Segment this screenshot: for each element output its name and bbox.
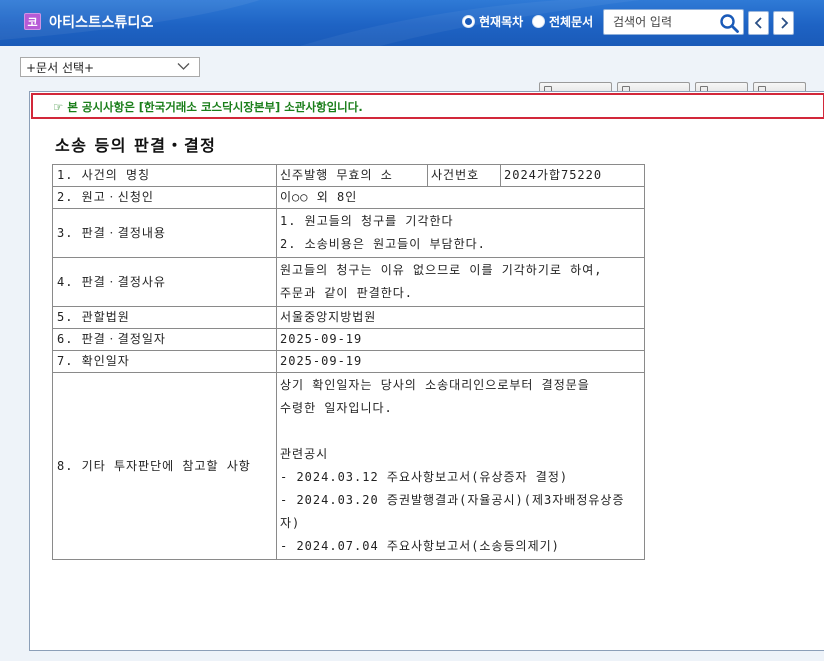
related-item: - 2024.07.04 주요사항보고서(소송등의제기)	[280, 539, 560, 553]
case-name-label: 1. 사건의 명칭	[52, 164, 277, 187]
table-row: 5. 관할법원 서울중앙지방법원	[52, 306, 645, 329]
other-intro-line: 상기 확인일자는 당사의 소송대리인으로부터 결정문을	[280, 378, 590, 392]
other-info-label: 8. 기타 투자판단에 참고할 사항	[52, 372, 277, 560]
scope-current-label: 현재목차	[479, 15, 524, 29]
ruling-line: 1. 원고들의 청구를 기각한다	[280, 214, 454, 228]
app-title: 아티스트스튜디오	[49, 15, 154, 31]
scope-all-label: 전체문서	[549, 15, 594, 29]
chevron-down-icon	[177, 63, 190, 70]
ruling-date-value: 2025-09-19	[276, 328, 645, 351]
related-item: - 2024.03.12 주요사항보고서(유상증자 결정)	[280, 470, 569, 484]
case-name-value: 신주발행 무효의 소	[276, 164, 428, 187]
scope-all-radio[interactable]: 전체문서	[532, 13, 593, 30]
reason-label: 4. 판결ㆍ결정사유	[52, 257, 277, 307]
document-select-value: +문서 선택+	[26, 61, 95, 75]
reason-value: 원고들의 청구는 이유 없으므로 이를 기각하기로 하여, 주문과 같이 판결한…	[276, 257, 645, 307]
document-title: 소송 등의 판결・결정	[55, 136, 217, 155]
other-info-value: 상기 확인일자는 당사의 소송대리인으로부터 결정문을 수령한 일자입니다. 관…	[276, 372, 645, 560]
other-intro-line: 수령한 일자입니다.	[280, 401, 393, 415]
table-row: 4. 판결ㆍ결정사유 원고들의 청구는 이유 없으므로 이를 기각하기로 하여,…	[52, 257, 645, 307]
ruling-line: 2. 소송비용은 원고들이 부담한다.	[280, 237, 486, 251]
court-value: 서울중앙지방법원	[276, 306, 645, 329]
radio-selected-icon[interactable]	[462, 15, 475, 28]
related-item: - 2024.03.20 증권발행결과(자율공시)(제3자배정유상증자)	[280, 493, 625, 530]
document-viewer[interactable]: ☞ 본 공시사항은 [한국거래소 코스닥시장본부] 소관사항입니다. 소송 등의…	[29, 91, 824, 651]
document-select[interactable]: +문서 선택+	[20, 57, 200, 77]
table-row: 8. 기타 투자판단에 참고할 사항 상기 확인일자는 당사의 소송대리인으로부…	[52, 372, 645, 560]
app-logo-icon: 코	[24, 13, 41, 30]
chevron-right-icon	[780, 17, 788, 29]
chevron-left-icon	[754, 17, 762, 29]
table-row: 7. 확인일자 2025-09-19	[52, 350, 645, 373]
ruling-value: 1. 원고들의 청구를 기각한다 2. 소송비용은 원고들이 부담한다.	[276, 208, 645, 258]
search-input[interactable]	[604, 10, 716, 34]
table-row: 1. 사건의 명칭 신주발행 무효의 소 사건번호 2024가합75220	[52, 164, 645, 187]
plaintiff-label: 2. 원고ㆍ신청인	[52, 186, 277, 209]
table-row: 3. 판결ㆍ결정내용 1. 원고들의 청구를 기각한다 2. 소송비용은 원고들…	[52, 208, 645, 258]
table-row: 2. 원고ㆍ신청인 이○○ 외 8인	[52, 186, 645, 209]
confirm-date-value: 2025-09-19	[276, 350, 645, 373]
next-result-button[interactable]	[773, 11, 794, 35]
ruling-date-label: 6. 판결ㆍ결정일자	[52, 328, 277, 351]
jurisdiction-notice: ☞ 본 공시사항은 [한국거래소 코스닥시장본부] 소관사항입니다.	[31, 93, 824, 119]
related-heading: 관련공시	[280, 447, 329, 461]
case-number-value: 2024가합75220	[500, 164, 645, 187]
radio-unselected-icon[interactable]	[532, 15, 545, 28]
prev-result-button[interactable]	[748, 11, 769, 35]
search-box	[603, 9, 744, 35]
plaintiff-value: 이○○ 외 8인	[276, 186, 645, 209]
top-header: 코 아티스트스튜디오 현재목차 전체문서	[0, 0, 824, 46]
reason-line: 원고들의 청구는 이유 없으므로 이를 기각하기로 하여,	[280, 263, 603, 277]
reason-line: 주문과 같이 판결한다.	[280, 286, 414, 300]
ruling-label: 3. 판결ㆍ결정내용	[52, 208, 277, 258]
scope-current-radio[interactable]: 현재목차	[462, 13, 523, 30]
case-number-label: 사건번호	[427, 164, 501, 187]
table-row: 6. 판결ㆍ결정일자 2025-09-19	[52, 328, 645, 351]
confirm-date-label: 7. 확인일자	[52, 350, 277, 373]
disclosure-table: 1. 사건의 명칭 신주발행 무효의 소 사건번호 2024가합75220 2.…	[52, 164, 645, 560]
search-icon[interactable]	[719, 13, 739, 33]
court-label: 5. 관할법원	[52, 306, 277, 329]
